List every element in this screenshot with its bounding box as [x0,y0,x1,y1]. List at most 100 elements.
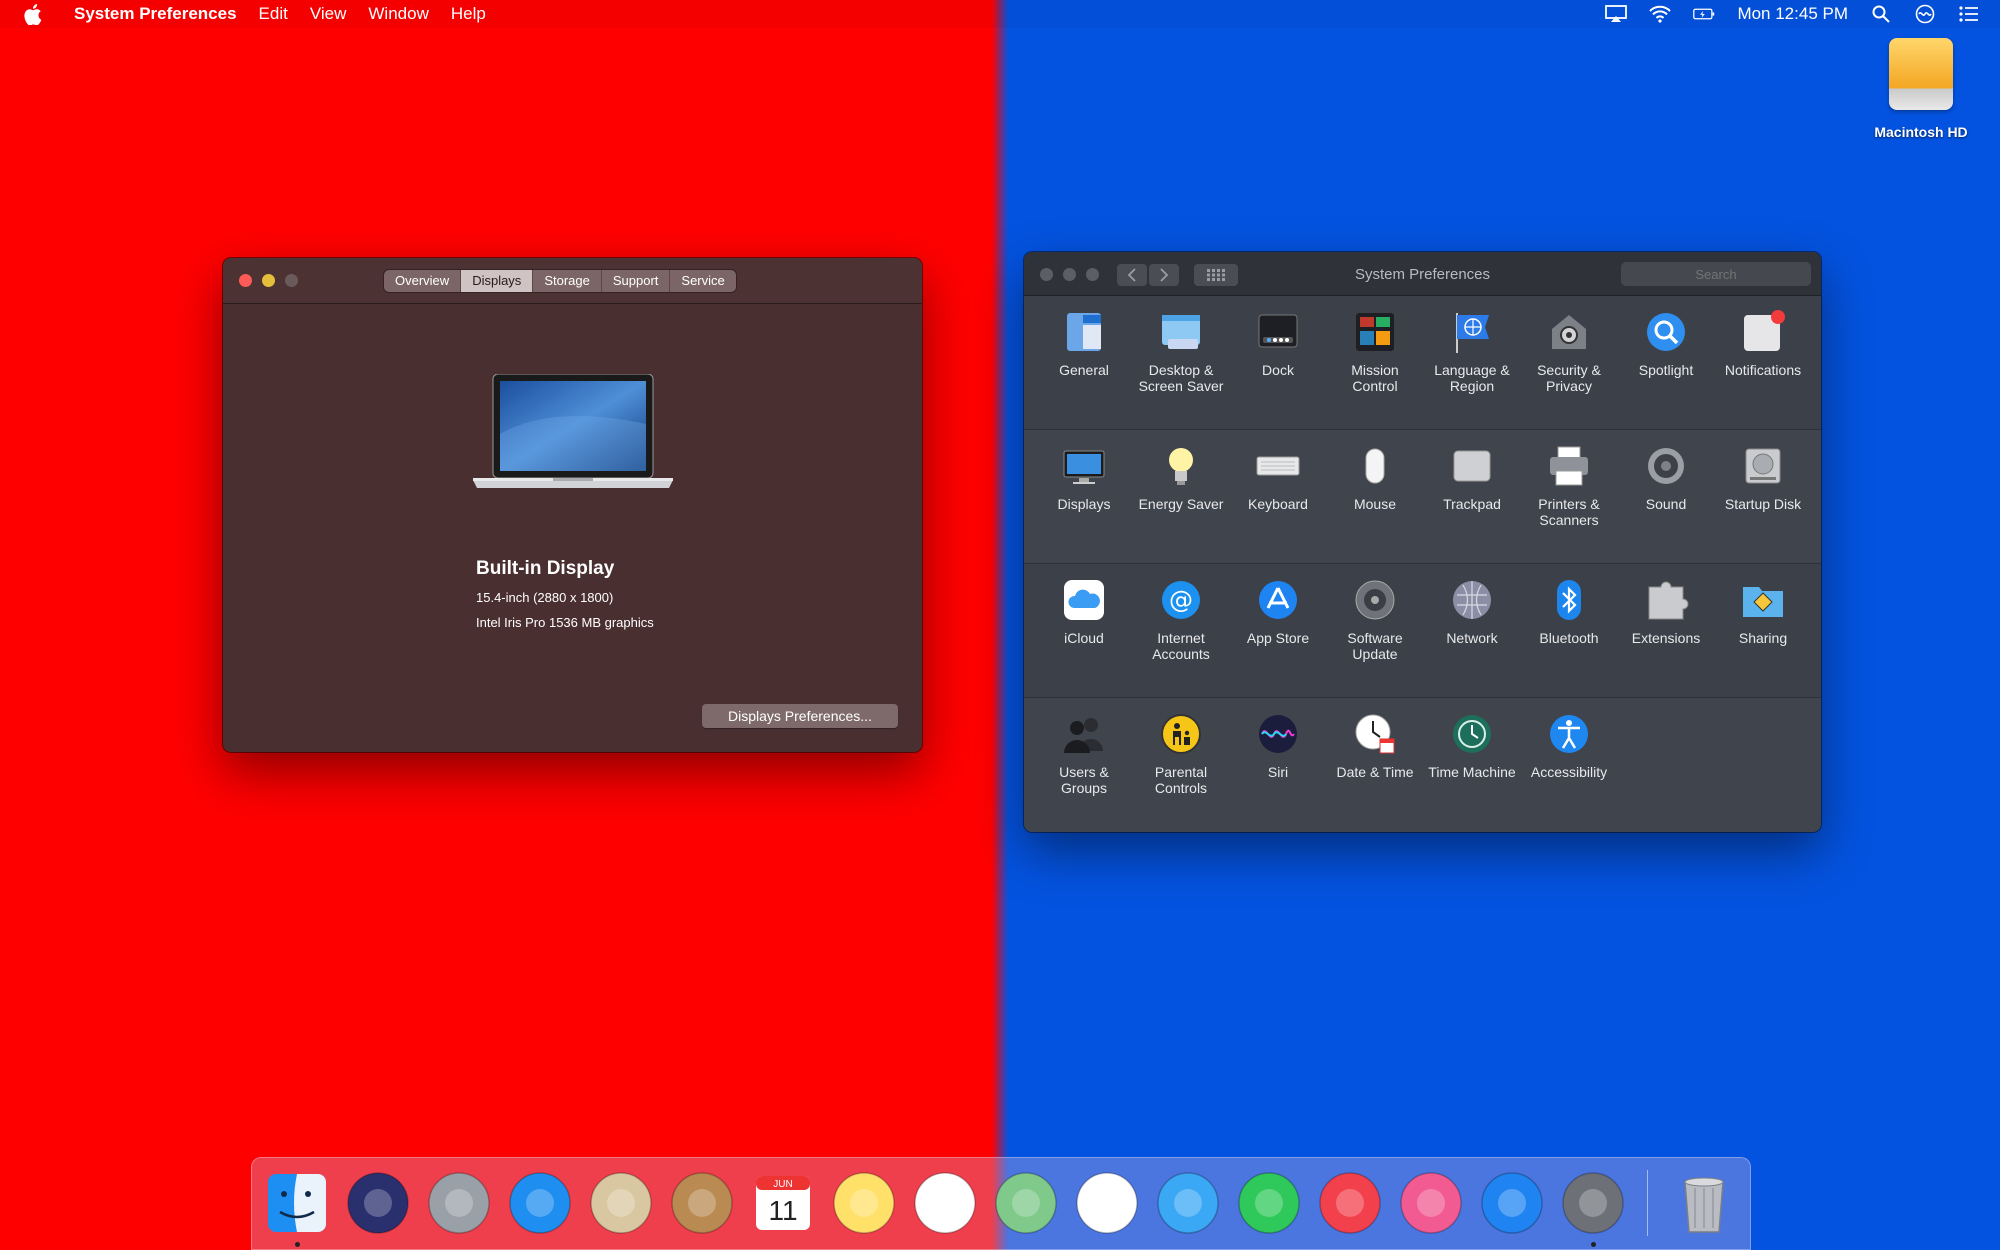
pref-pane-label: Parental Controls [1154,764,1208,796]
pref-pane-extensions[interactable]: Extensions [1618,576,1714,646]
displays-preferences-button[interactable]: Displays Preferences... [702,704,898,728]
facetime-icon[interactable] [1236,1170,1302,1236]
siri-menu-icon[interactable] [1914,4,1936,24]
tab-service[interactable]: Service [670,270,735,292]
siri-icon [1254,710,1302,758]
menu-window[interactable]: Window [368,4,428,24]
pref-pane-siri[interactable]: Siri [1230,710,1326,780]
minimize-button[interactable] [262,274,275,287]
desktop-macintosh-hd[interactable]: Macintosh HD [1858,38,1984,140]
pref-pane-time-machine[interactable]: Time Machine [1424,710,1520,780]
pref-pane-label: Notifications [1724,362,1802,378]
sound-icon [1642,442,1690,490]
menu-view[interactable]: View [310,4,347,24]
pref-pane-label: Siri [1267,764,1289,780]
maps-icon[interactable] [993,1170,1059,1236]
finder-icon[interactable] [264,1170,330,1236]
tab-displays[interactable]: Displays [461,270,534,292]
search-input[interactable] [1621,262,1811,286]
pref-pane-language-region[interactable]: Language & Region [1424,308,1520,394]
contacts-icon[interactable] [669,1170,735,1236]
launchpad-icon[interactable] [426,1170,492,1236]
pref-pane-network[interactable]: Network [1424,576,1520,646]
battery-icon[interactable] [1693,4,1715,24]
zoom-button[interactable] [285,274,298,287]
pref-pane-label: Time Machine [1428,764,1516,780]
pref-pane-security-privacy[interactable]: Security & Privacy [1521,308,1617,394]
pref-pane-notifications[interactable]: Notifications [1715,308,1811,378]
pref-pane-general[interactable]: General [1036,308,1132,378]
pref-pane-software-update[interactable]: Software Update [1327,576,1423,662]
pref-pane-icloud[interactable]: iCloud [1036,576,1132,646]
pref-pane-desktop-screensaver[interactable]: Desktop & Screen Saver [1133,308,1229,394]
safari-icon[interactable] [507,1170,573,1236]
startup-disk-icon [1739,442,1787,490]
pref-pane-keyboard[interactable]: Keyboard [1230,442,1326,512]
pref-pane-mission-control[interactable]: Mission Control [1327,308,1423,394]
pref-pane-sharing[interactable]: Sharing [1715,576,1811,646]
pref-pane-spotlight[interactable]: Spotlight [1618,308,1714,378]
pref-pane-printers-scanners[interactable]: Printers & Scanners [1521,442,1617,528]
pref-pane-date-time[interactable]: Date & Time [1327,710,1423,780]
desktop-drive-label: Macintosh HD [1874,124,1968,140]
preference-row: iCloud @ Internet Accounts App Store Softwar… [1024,564,1821,698]
pref-pane-label: Date & Time [1336,764,1414,780]
tab-storage[interactable]: Storage [533,270,602,292]
photos-icon[interactable] [1074,1170,1140,1236]
general-icon [1060,308,1108,356]
pref-pane-bluetooth[interactable]: Bluetooth [1521,576,1617,646]
tab-overview[interactable]: Overview [384,270,462,292]
pref-pane-startup-disk[interactable]: Startup Disk [1715,442,1811,512]
pref-pane-sound[interactable]: Sound [1618,442,1714,512]
pref-pane-trackpad[interactable]: Trackpad [1424,442,1520,512]
pref-pane-app-store[interactable]: App Store [1230,576,1326,646]
menu-help[interactable]: Help [451,4,486,24]
calendar-month: JUN [773,1179,792,1190]
reminders-icon[interactable] [912,1170,978,1236]
menu-clock[interactable]: Mon 12:45 PM [1737,4,1848,24]
calendar-icon[interactable]: JUN 11 [750,1170,816,1236]
accessibility-icon [1545,710,1593,758]
pref-pane-label: Internet Accounts [1152,630,1210,662]
pref-pane-dock[interactable]: Dock [1230,308,1326,378]
calendar-day: 11 [768,1195,797,1226]
pref-pane-label: Trackpad [1443,496,1501,512]
pref-pane-mouse[interactable]: Mouse [1327,442,1423,512]
news-icon[interactable] [1317,1170,1383,1236]
notes-icon[interactable] [831,1170,897,1236]
mail-icon[interactable] [588,1170,654,1236]
display-size: 15.4-inch (2880 x 1800) [476,590,614,605]
siri-icon[interactable] [345,1170,411,1236]
icloud-icon [1060,576,1108,624]
spotlight-search-icon[interactable] [1870,4,1892,24]
itunes-icon[interactable] [1398,1170,1464,1236]
language-region-icon [1448,308,1496,356]
pref-pane-users-groups[interactable]: Users & Groups [1036,710,1132,796]
dock-icon [1254,308,1302,356]
date-time-icon [1351,710,1399,758]
messages-icon[interactable] [1155,1170,1221,1236]
apple-menu-icon[interactable] [24,3,46,25]
keyboard-icon [1254,442,1302,490]
displays-icon [1060,442,1108,490]
menu-edit[interactable]: Edit [259,4,288,24]
pref-pane-accessibility[interactable]: Accessibility [1521,710,1617,780]
wifi-icon[interactable] [1649,4,1672,24]
notifications-icon [1739,308,1787,356]
app-store-icon[interactable] [1479,1170,1545,1236]
menu-app-name[interactable]: System Preferences [74,4,237,24]
system-preferences-window: System Preferences General Desktop & Scre… [1024,252,1821,832]
pref-pane-parental-controls[interactable]: Parental Controls [1133,710,1229,796]
tab-support[interactable]: Support [602,270,671,292]
notification-center-icon[interactable] [1958,4,1980,24]
airplay-icon[interactable] [1605,4,1628,24]
pref-pane-energy-saver[interactable]: Energy Saver [1133,442,1229,512]
pref-pane-internet-accounts[interactable]: @ Internet Accounts [1133,576,1229,662]
system-preferences-icon[interactable] [1560,1170,1626,1236]
bluetooth-icon [1545,576,1593,624]
trash-icon[interactable] [1671,1170,1737,1236]
running-indicator [1591,1242,1596,1247]
pref-pane-displays[interactable]: Displays [1036,442,1132,512]
extensions-icon [1642,576,1690,624]
close-button[interactable] [239,274,252,287]
